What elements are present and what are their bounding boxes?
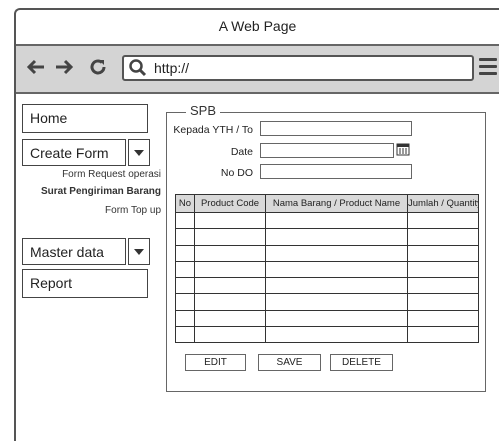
- date-input[interactable]: [260, 143, 394, 158]
- table-cell[interactable]: [194, 260, 266, 279]
- table-cell[interactable]: [407, 260, 479, 279]
- table-cell[interactable]: [194, 244, 266, 262]
- sidebar-item-surat-pengiriman[interactable]: Surat Pengiriman Barang: [41, 186, 161, 197]
- url-bar[interactable]: http://: [122, 55, 474, 81]
- sidebar-item-form-request[interactable]: Form Request operasi: [62, 169, 161, 180]
- to-input[interactable]: [260, 121, 412, 136]
- sidebar-item-form-top-up[interactable]: Form Top up: [105, 205, 161, 216]
- table-cell[interactable]: [407, 211, 479, 230]
- spb-legend: SPB: [186, 103, 221, 118]
- table-cell[interactable]: [265, 293, 408, 311]
- chevron-down-icon[interactable]: [128, 238, 150, 265]
- sidebar-report[interactable]: Report: [22, 269, 148, 298]
- table-row: [175, 326, 479, 344]
- search-icon: [128, 58, 148, 83]
- no-do-label: No DO: [220, 167, 253, 179]
- master-data-dropdown[interactable]: Master data: [22, 238, 126, 265]
- table-cell[interactable]: [175, 326, 195, 344]
- table-cell[interactable]: [175, 309, 195, 328]
- back-arrow-icon[interactable]: [24, 52, 48, 82]
- menu-icon[interactable]: [479, 58, 497, 78]
- table-cell[interactable]: [265, 244, 408, 262]
- to-label: Kepada YTH / To: [173, 124, 253, 136]
- table-row: [175, 260, 479, 279]
- table-cell[interactable]: [265, 260, 408, 279]
- table-row: [175, 293, 479, 311]
- create-form-dropdown[interactable]: Create Form: [22, 139, 126, 166]
- table-row: [175, 228, 479, 246]
- table-row: [175, 277, 479, 295]
- col-product-name: Nama Barang / Product Name: [265, 194, 408, 213]
- create-form-label: Create Form: [30, 145, 109, 161]
- table-cell[interactable]: [194, 211, 266, 230]
- table-row: [175, 211, 479, 230]
- browser-toolbar: http://: [16, 46, 499, 94]
- table-cell[interactable]: [194, 277, 266, 295]
- delete-button[interactable]: DELETE: [330, 354, 393, 371]
- forward-arrow-icon[interactable]: [52, 52, 76, 82]
- table-cell[interactable]: [194, 326, 266, 344]
- table-cell[interactable]: [265, 326, 408, 344]
- reload-icon[interactable]: [86, 52, 110, 82]
- sidebar-home[interactable]: Home: [22, 104, 148, 133]
- table-cell[interactable]: [265, 228, 408, 246]
- no-do-input[interactable]: [260, 164, 412, 179]
- table-cell[interactable]: [407, 326, 479, 344]
- table-cell[interactable]: [175, 244, 195, 262]
- table-cell[interactable]: [175, 277, 195, 295]
- table-cell[interactable]: [175, 293, 195, 311]
- col-quantity: Jumlah / Quantity: [407, 194, 479, 213]
- table-cell[interactable]: [407, 309, 479, 328]
- table-cell[interactable]: [175, 228, 195, 246]
- master-data-label: Master data: [30, 244, 104, 260]
- url-text[interactable]: http://: [154, 60, 189, 76]
- save-button[interactable]: SAVE: [258, 354, 321, 371]
- table-cell[interactable]: [175, 260, 195, 279]
- calendar-icon[interactable]: [396, 142, 410, 161]
- table-cell[interactable]: [265, 309, 408, 328]
- table-row: [175, 309, 479, 328]
- chevron-down-icon[interactable]: [128, 139, 150, 166]
- table-cell[interactable]: [407, 228, 479, 246]
- table-cell[interactable]: [407, 277, 479, 295]
- col-no: No: [175, 194, 195, 213]
- product-table: No Product Code Nama Barang / Product Na…: [175, 194, 479, 344]
- edit-button[interactable]: EDIT: [185, 354, 246, 371]
- date-label: Date: [230, 146, 253, 158]
- table-row: [175, 244, 479, 262]
- table-cell[interactable]: [194, 228, 266, 246]
- table-cell[interactable]: [194, 309, 266, 328]
- table-cell[interactable]: [265, 277, 408, 295]
- table-cell[interactable]: [194, 293, 266, 311]
- table-cell[interactable]: [407, 293, 479, 311]
- window-title: A Web Page: [16, 10, 499, 46]
- table-cell[interactable]: [265, 211, 408, 230]
- table-cell[interactable]: [407, 244, 479, 262]
- table-cell[interactable]: [175, 211, 195, 230]
- col-product-code: Product Code: [194, 194, 266, 213]
